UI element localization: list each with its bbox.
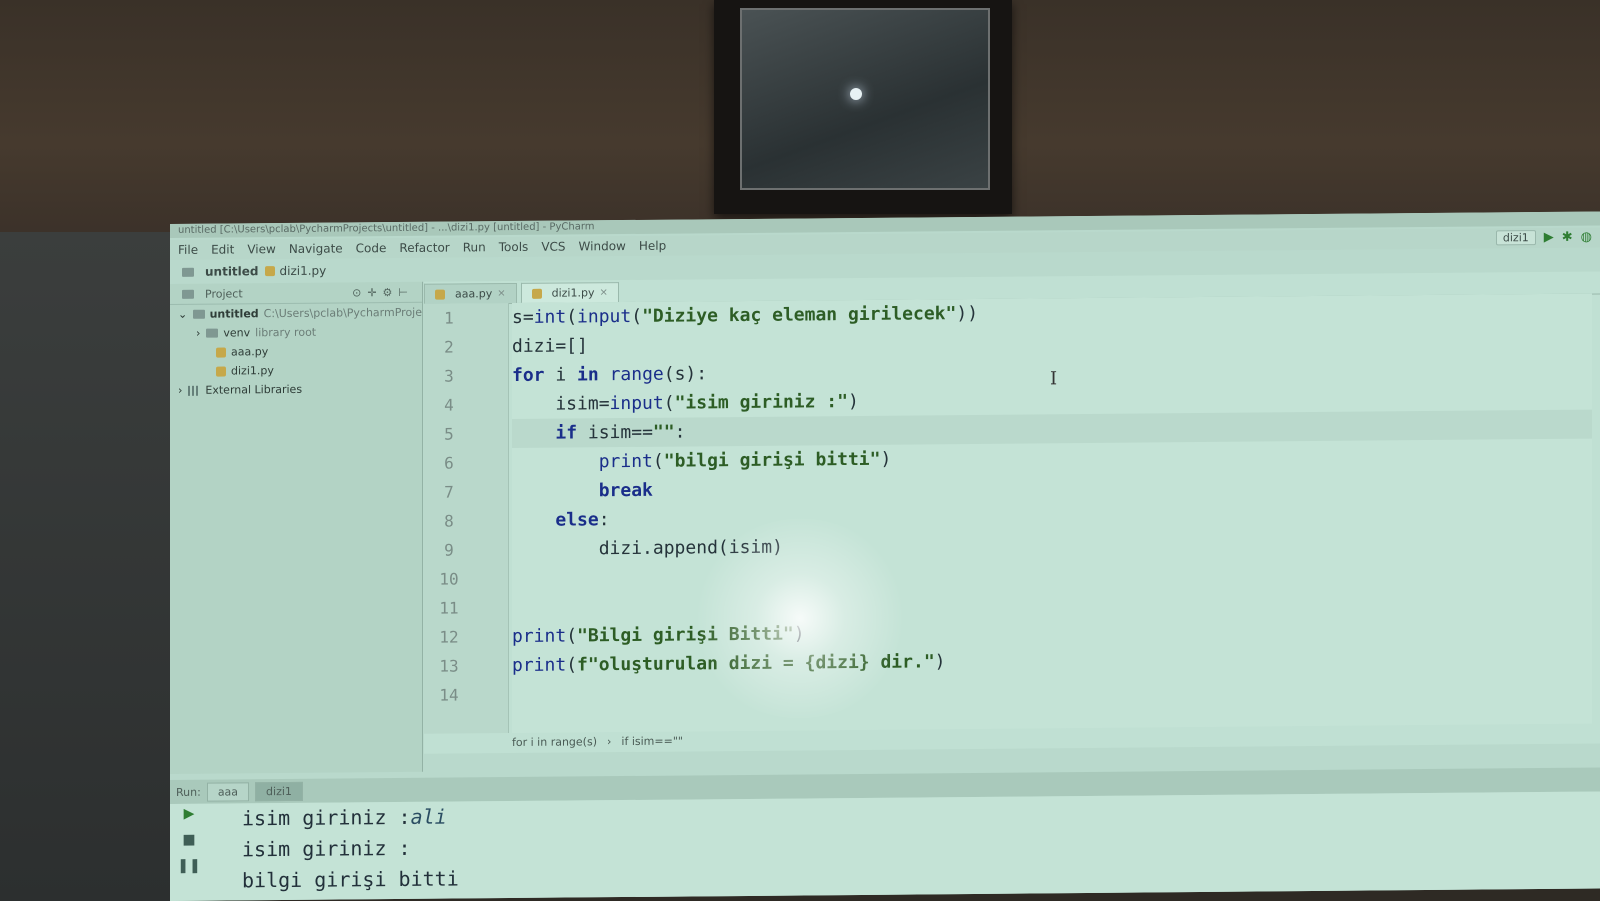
editor: aaa.py × dizi1.py × 1 2 3 4 5 6 7 8 9 10 11 12 13 14 … [424, 271, 1600, 754]
chevron-right-icon: › [607, 734, 612, 748]
tree-file-dizi1[interactable]: dizi1.py [170, 360, 422, 381]
tree-venv-name: venv [223, 326, 251, 340]
libraries-icon [188, 385, 201, 396]
editor-breadcrumb-item[interactable]: if isim=="" [621, 734, 683, 748]
menu-help[interactable]: Help [639, 239, 666, 253]
python-file-icon [264, 266, 275, 277]
run-config-select[interactable]: dizi1 [1495, 230, 1536, 246]
project-pane-header: Project ⊙✛⚙⊢ [170, 281, 422, 305]
project-pane: Project ⊙✛⚙⊢ ⌄ untitled C:\Users\pclab\P… [170, 281, 423, 774]
run-tools: ▶ ■ ❚❚ [172, 806, 206, 874]
line-number: 9 [444, 540, 454, 560]
line-number-gutter: 1 2 3 4 5 6 7 8 9 10 11 12 13 14 [424, 303, 509, 734]
chevron-down-icon: ⌄ [178, 307, 188, 321]
tree-root-path: C:\Users\pclab\PycharmProje [263, 305, 422, 321]
line-number: 7 [444, 482, 454, 502]
project-pane-title[interactable]: Project [205, 287, 243, 300]
stop-icon[interactable]: ■ [182, 832, 195, 848]
console-line: bilgi girişi bitti [242, 866, 459, 893]
editor-breadcrumb: for i in range(s) › if isim=="" [512, 732, 683, 751]
folder-icon [193, 309, 205, 319]
menu-run[interactable]: Run [463, 240, 486, 254]
python-file-icon [531, 288, 542, 299]
close-icon[interactable]: × [497, 288, 505, 299]
chevron-right-icon: › [178, 383, 183, 397]
tree-external-libraries[interactable]: › External Libraries [170, 379, 422, 400]
project-icon [182, 289, 194, 299]
tree-root[interactable]: ⌄ untitled C:\Users\pclab\PycharmProje [170, 303, 422, 324]
line-number: 14 [439, 685, 459, 705]
picture-reflection [850, 88, 862, 100]
line-number: 2 [444, 337, 454, 357]
editor-breadcrumb-item[interactable]: for i in range(s) [512, 735, 597, 749]
tree-venv[interactable]: › venv library root [170, 322, 422, 343]
menu-vcs[interactable]: VCS [541, 240, 565, 254]
line-number: 11 [439, 598, 459, 618]
pane-tools[interactable]: ⊙✛⚙⊢ [352, 285, 414, 299]
menu-code[interactable]: Code [356, 241, 387, 255]
tree-external-label: External Libraries [205, 382, 303, 397]
debug-icon[interactable]: ✱ [1562, 230, 1573, 245]
tree-root-name: untitled [209, 307, 259, 321]
line-number: 10 [439, 569, 459, 589]
run-label: Run: [176, 785, 201, 799]
python-file-icon [216, 347, 226, 358]
menu-edit[interactable]: Edit [211, 242, 234, 256]
run-icon[interactable]: ▶ [1544, 230, 1554, 245]
breadcrumb-file[interactable]: dizi1.py [280, 264, 327, 278]
folder-icon [182, 267, 194, 277]
left-wall [0, 232, 176, 901]
line-number: 5 [444, 424, 454, 444]
menu-file[interactable]: File [178, 243, 198, 257]
console-line: isim giriniz : [242, 835, 411, 862]
menu-window[interactable]: Window [579, 239, 626, 253]
run-console: ▶ ■ ❚❚ isim giriniz :ali isim giriniz : … [170, 791, 1600, 901]
tab-label: dizi1.py [551, 286, 595, 300]
tab-label: aaa.py [455, 287, 493, 301]
tree-file-label: dizi1.py [231, 364, 274, 378]
python-file-icon [216, 366, 226, 377]
folder-icon [206, 328, 219, 338]
wall-picture-frame [714, 0, 1012, 214]
tree-venv-note: library root [255, 325, 317, 340]
close-icon[interactable]: × [599, 287, 607, 298]
line-number: 3 [444, 366, 454, 386]
pause-icon[interactable]: ❚❚ [177, 858, 200, 874]
run-tab-dizi1[interactable]: dizi1 [255, 781, 303, 801]
menu-navigate[interactable]: Navigate [289, 241, 343, 255]
tree-file-label: aaa.py [231, 345, 269, 359]
line-number: 13 [439, 656, 459, 676]
code-area[interactable]: s=int(input("Diziye kaç eleman girilecek… [512, 293, 1592, 734]
tab-aaa[interactable]: aaa.py × [424, 282, 517, 304]
python-file-icon [435, 289, 445, 300]
ide-window: untitled [C:\Users\pclab\PycharmProjects… [170, 211, 1600, 901]
chevron-right-icon: › [196, 326, 201, 340]
menu-view[interactable]: View [247, 242, 275, 256]
rerun-icon[interactable]: ▶ [184, 806, 195, 822]
line-number: 4 [444, 395, 454, 415]
tab-dizi1[interactable]: dizi1.py × [520, 282, 619, 303]
line-number: 8 [444, 511, 454, 531]
text-cursor-icon: I [1050, 368, 1058, 390]
line-number: 12 [439, 627, 459, 647]
console-line: isim giriniz :ali [242, 804, 447, 831]
menu-tools[interactable]: Tools [499, 240, 529, 254]
run-toolbar: dizi1 ▶ ✱ ◍ [1495, 230, 1592, 246]
line-number: 1 [444, 308, 454, 328]
line-number: 6 [444, 453, 454, 473]
menu-refactor[interactable]: Refactor [399, 241, 449, 255]
breadcrumb-project[interactable]: untitled [205, 264, 259, 278]
wall-picture [740, 8, 990, 190]
run-tab-aaa[interactable]: aaa [206, 781, 250, 802]
console-output: isim giriniz :ali isim giriniz : bilgi g… [242, 801, 459, 896]
tree-file-aaa[interactable]: aaa.py [170, 341, 422, 362]
coverage-icon[interactable]: ◍ [1581, 230, 1592, 245]
